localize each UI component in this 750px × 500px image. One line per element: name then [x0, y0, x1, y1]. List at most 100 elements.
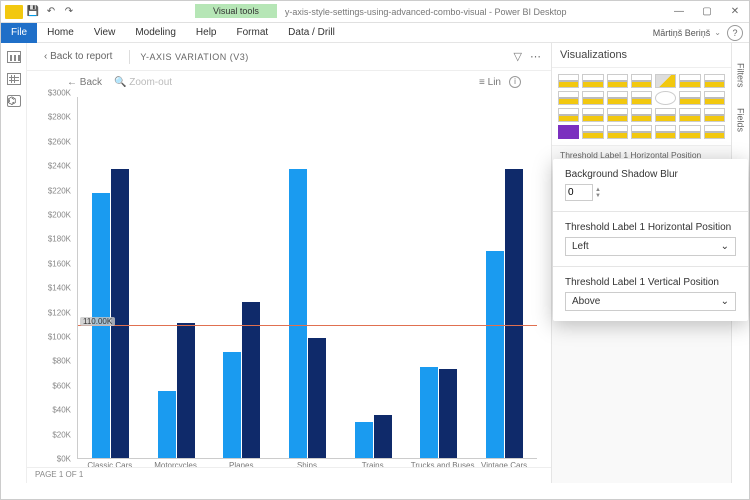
y-tick-label: $180K: [48, 235, 71, 244]
data-view-icon[interactable]: [7, 73, 21, 85]
breadcrumb: Back to report Y-AXIS VARIATION (V3) ▽ ⋯: [27, 43, 551, 71]
close-button[interactable]: ✕: [721, 6, 749, 17]
viz-type-icon[interactable]: [558, 108, 579, 122]
viz-type-icon[interactable]: [582, 108, 603, 122]
viz-type-icon[interactable]: [631, 91, 652, 105]
shadow-blur-input[interactable]: [565, 184, 593, 201]
chevron-down-icon[interactable]: ⌄: [714, 28, 721, 37]
bar[interactable]: [92, 193, 110, 458]
y-tick-label: $80K: [52, 357, 71, 366]
viz-type-icon[interactable]: [655, 125, 676, 139]
y-tick-label: $240K: [48, 162, 71, 171]
chart-back-button[interactable]: ← Back: [67, 77, 102, 88]
bar[interactable]: [111, 169, 129, 458]
hpos-select[interactable]: Left⌄: [565, 237, 736, 256]
visualizations-header[interactable]: Visualizations: [552, 43, 731, 68]
viz-type-icon[interactable]: [704, 91, 725, 105]
viz-type-icon[interactable]: [582, 125, 603, 139]
y-tick-label: $60K: [52, 381, 71, 390]
menu-modeling[interactable]: Modeling: [125, 23, 186, 43]
titlebar: 💾 ↶ ↷ Visual tools y-axis-style-settings…: [1, 1, 749, 23]
model-view-icon[interactable]: ⌬: [7, 95, 21, 107]
spinner-down-icon[interactable]: ▼: [595, 193, 601, 199]
viz-type-icon[interactable]: [679, 74, 700, 88]
viz-type-icon[interactable]: [607, 125, 628, 139]
filter-icon[interactable]: ▽: [514, 50, 522, 63]
plot-area: 110.00K: [77, 97, 537, 459]
viz-type-icon[interactable]: [679, 125, 700, 139]
viz-type-icon[interactable]: [631, 108, 652, 122]
status-bar: PAGE 1 OF 1: [27, 467, 551, 483]
report-view-icon[interactable]: [7, 51, 21, 63]
y-tick-label: $0K: [57, 455, 71, 464]
bar-group: [345, 97, 400, 458]
undo-icon[interactable]: ↶: [45, 6, 57, 18]
bar[interactable]: [158, 391, 176, 458]
viz-type-icon[interactable]: [631, 74, 652, 88]
y-tick-label: $200K: [48, 211, 71, 220]
bar[interactable]: [177, 323, 195, 458]
viz-type-icon[interactable]: [679, 91, 700, 105]
lin-toggle[interactable]: ≡ Lin: [479, 77, 501, 88]
bar[interactable]: [223, 352, 241, 458]
chart-toolbar: ← Back 🔍 Zoom-out ≡ Lin i: [27, 71, 551, 93]
bar[interactable]: [355, 422, 373, 458]
y-tick-label: $20K: [52, 430, 71, 439]
redo-icon[interactable]: ↷: [63, 6, 75, 18]
viz-type-icon[interactable]: [582, 74, 603, 88]
bar-group: [477, 97, 532, 458]
y-tick-label: $40K: [52, 406, 71, 415]
y-tick-label: $120K: [48, 308, 71, 317]
viz-type-icon[interactable]: [704, 74, 725, 88]
visual-gallery: [552, 68, 731, 146]
menu-home[interactable]: Home: [37, 23, 84, 43]
back-to-report-button[interactable]: Back to report: [37, 48, 119, 65]
viz-type-icon[interactable]: [607, 91, 628, 105]
viz-type-icon[interactable]: [607, 108, 628, 122]
fields-tab[interactable]: Fields: [736, 108, 746, 132]
hpos-label: Threshold Label 1 Horizontal Position: [565, 222, 736, 233]
viz-type-icon[interactable]: [704, 125, 725, 139]
threshold-label: 110.00K: [80, 317, 115, 326]
bar[interactable]: [439, 369, 457, 458]
bar[interactable]: [308, 338, 326, 458]
maximize-button[interactable]: ▢: [693, 6, 721, 17]
bar[interactable]: [289, 169, 307, 458]
bar[interactable]: [505, 169, 523, 458]
window-title: y-axis-style-settings-using-advanced-com…: [285, 7, 665, 17]
info-icon[interactable]: i: [509, 76, 521, 88]
user-label[interactable]: Mārtiņš Beriņš: [653, 28, 715, 38]
menu-data-drill[interactable]: Data / Drill: [278, 23, 345, 43]
viz-type-icon[interactable]: [704, 108, 725, 122]
menu-format[interactable]: Format: [226, 23, 278, 43]
bar[interactable]: [374, 415, 392, 458]
viz-type-icon[interactable]: [655, 91, 676, 105]
viz-type-icon[interactable]: [655, 74, 676, 88]
menu-help[interactable]: Help: [186, 23, 227, 43]
viz-type-icon[interactable]: [607, 74, 628, 88]
app-logo: [5, 5, 23, 19]
menu-file[interactable]: File: [1, 23, 37, 43]
bar-group: [83, 97, 138, 458]
visual-tools-tab[interactable]: Visual tools: [195, 4, 277, 18]
viz-type-selected-icon[interactable]: [558, 125, 579, 139]
menu-view[interactable]: View: [84, 23, 126, 43]
minimize-button[interactable]: —: [665, 6, 693, 17]
viz-type-icon[interactable]: [679, 108, 700, 122]
help-icon[interactable]: ?: [727, 25, 743, 41]
save-icon[interactable]: 💾: [27, 6, 39, 18]
vpos-select[interactable]: Above⌄: [565, 292, 736, 311]
filters-tab[interactable]: Filters: [736, 63, 746, 88]
viz-type-icon[interactable]: [631, 125, 652, 139]
bar[interactable]: [420, 367, 438, 458]
vpos-label: Threshold Label 1 Vertical Position: [565, 277, 736, 288]
viz-type-icon[interactable]: [558, 91, 579, 105]
viz-type-icon[interactable]: [582, 91, 603, 105]
viz-type-icon[interactable]: [558, 74, 579, 88]
shadow-blur-spinner[interactable]: ▲▼: [565, 184, 609, 201]
y-axis: $0K$20K$40K$60K$80K$100K$120K$140K$160K$…: [37, 93, 75, 459]
zoom-out-button[interactable]: 🔍 Zoom-out: [114, 77, 172, 88]
bar[interactable]: [486, 251, 504, 458]
viz-type-icon[interactable]: [655, 108, 676, 122]
more-icon[interactable]: ⋯: [530, 50, 541, 63]
